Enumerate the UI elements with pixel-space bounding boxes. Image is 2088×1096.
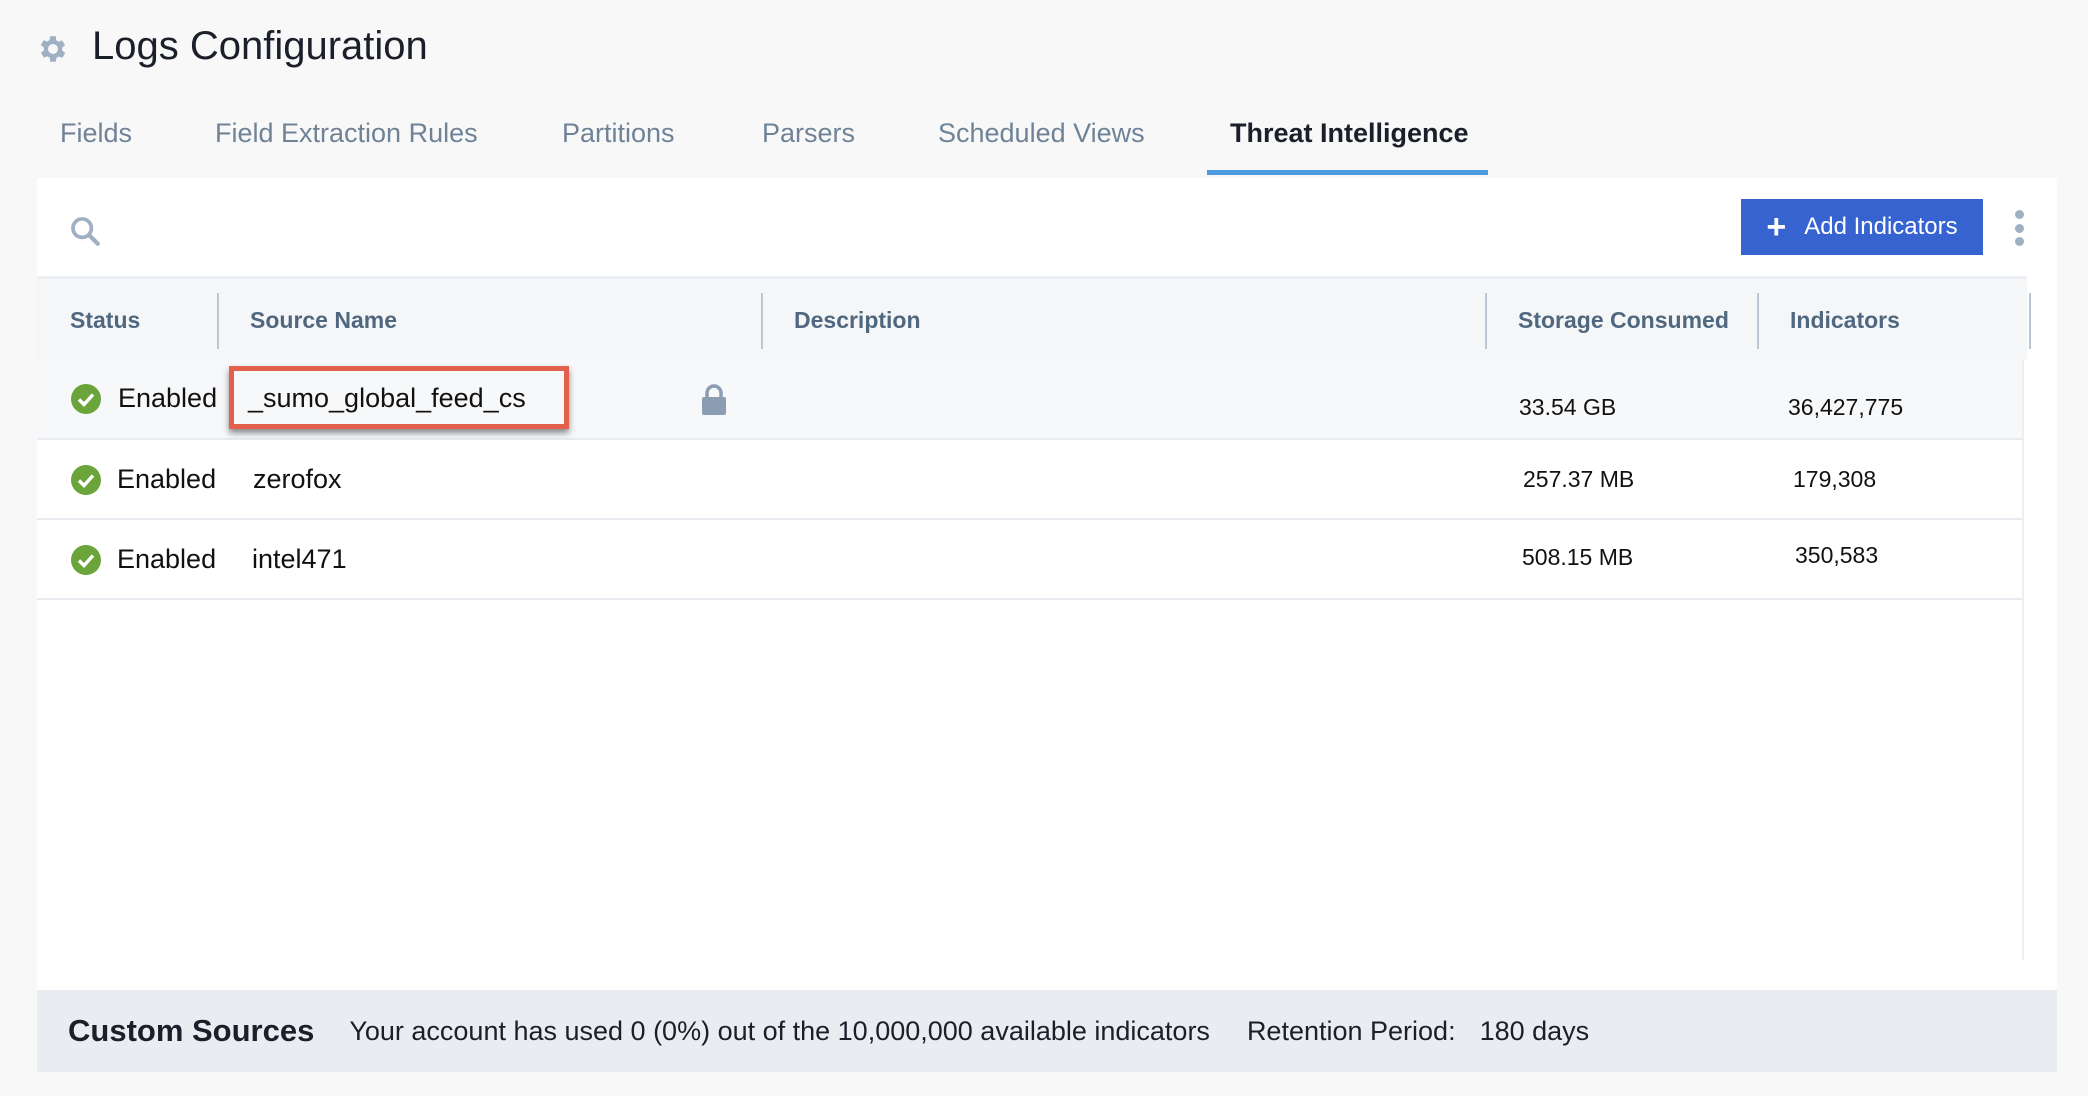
- tab-threat-intelligence[interactable]: Threat Intelligence: [1230, 118, 1469, 149]
- column-divider[interactable]: [1757, 293, 1759, 349]
- footer-bar: Custom Sources Your account has used 0 (…: [37, 990, 2057, 1072]
- column-divider[interactable]: [2029, 293, 2031, 349]
- status-text: Enabled: [117, 544, 217, 574]
- storage-consumed: 508.15 MB: [1522, 544, 1634, 570]
- status-text: Enabled: [118, 383, 218, 413]
- more-options-icon[interactable]: [2010, 210, 2028, 246]
- column-header-indicators[interactable]: Indicators: [1790, 307, 1900, 334]
- tab-field-extraction-rules[interactable]: Field Extraction Rules: [215, 118, 478, 149]
- enabled-check-icon: [71, 465, 101, 495]
- column-header-storage-consumed[interactable]: Storage Consumed: [1518, 307, 1729, 334]
- plus-icon: +: [1766, 208, 1787, 246]
- column-divider[interactable]: [1485, 293, 1487, 349]
- table-header: Status Source Name Description Storage C…: [37, 276, 2031, 360]
- retention-label: Retention Period:: [1246, 1015, 1456, 1046]
- usage-text: Your account has used 0 (0%) out of the …: [349, 1015, 1210, 1046]
- retention-value: 180 days: [1479, 1015, 1590, 1046]
- column-header-description[interactable]: Description: [794, 307, 921, 334]
- status-text: Enabled: [117, 464, 217, 494]
- source-name[interactable]: intel471: [252, 544, 347, 575]
- source-name[interactable]: zerofox: [253, 464, 342, 495]
- tab-partitions[interactable]: Partitions: [562, 118, 675, 149]
- indicators-count: 350,583: [1795, 542, 1879, 568]
- lock-icon: [702, 384, 726, 415]
- tab-parsers[interactable]: Parsers: [762, 118, 855, 149]
- tab-scheduled-views[interactable]: Scheduled Views: [938, 118, 1145, 149]
- active-tab-indicator: [1207, 170, 1488, 175]
- add-indicators-label: Add Indicators: [1804, 213, 1958, 240]
- table-row[interactable]: Enabled zerofox 257.37 MB 179,308: [37, 440, 2023, 520]
- column-header-source-name[interactable]: Source Name: [250, 307, 397, 334]
- indicators-count: 179,308: [1793, 466, 1877, 492]
- gear-icon: [40, 36, 66, 62]
- search-icon[interactable]: [68, 214, 102, 248]
- highlight-box: [229, 366, 569, 429]
- column-header-status[interactable]: Status: [70, 307, 140, 334]
- column-divider[interactable]: [217, 293, 219, 349]
- column-divider[interactable]: [761, 293, 763, 349]
- tab-fields[interactable]: Fields: [60, 118, 132, 149]
- storage-consumed: 33.54 GB: [1519, 394, 1617, 420]
- add-indicators-button[interactable]: + Add Indicators: [1741, 199, 1983, 255]
- indicators-count: 36,427,775: [1788, 394, 1904, 420]
- enabled-check-icon: [71, 545, 101, 575]
- scrollbar[interactable]: [2022, 360, 2024, 960]
- enabled-check-icon: [71, 384, 101, 414]
- page-title: Logs Configuration: [92, 24, 428, 68]
- footer-heading: Custom Sources: [68, 1013, 315, 1048]
- table-row[interactable]: Enabled intel471 508.15 MB 350,583: [37, 520, 2023, 600]
- storage-consumed: 257.37 MB: [1523, 466, 1635, 492]
